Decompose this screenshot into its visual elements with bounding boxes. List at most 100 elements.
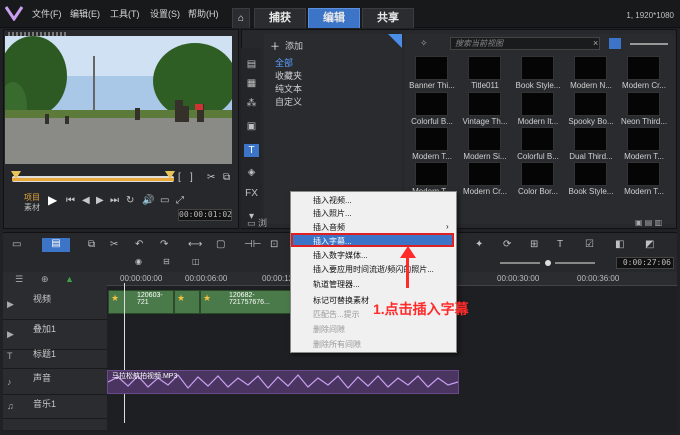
trim-end-handle[interactable] — [165, 171, 175, 179]
menu-tools[interactable]: 工具(T) — [110, 7, 140, 20]
record-icon[interactable]: ▢ — [216, 239, 225, 250]
title-thumbnail[interactable] — [627, 127, 660, 151]
title-thumbnail[interactable] — [468, 92, 501, 116]
title-thumbnail[interactable] — [627, 56, 660, 80]
thumb-size-slider[interactable] — [630, 43, 668, 45]
folder-item-plain-text[interactable]: 纯文本 — [275, 82, 302, 95]
go-end-icon[interactable]: ⏭ — [110, 195, 119, 206]
auto-music-icon[interactable]: ⊡ — [270, 239, 278, 250]
mark-out-icon[interactable]: ] — [190, 172, 193, 183]
motion-tracking-icon[interactable]: ✦ — [475, 239, 483, 250]
menu-settings[interactable]: 设置(S) — [150, 7, 180, 20]
magic-icon[interactable]: ✧ — [420, 38, 428, 49]
split-icon[interactable]: ✂ — [207, 172, 215, 183]
title-thumbnail[interactable] — [627, 92, 660, 116]
context-menu-item[interactable]: 插入音频 — [313, 222, 345, 233]
title-thumbnail[interactable] — [627, 162, 660, 186]
timeline-timecode[interactable]: 0:00:27:06 — [616, 257, 674, 269]
tab-edit[interactable]: 编辑 — [308, 8, 360, 28]
video-clip[interactable]: ★ 120603-721 — [108, 290, 174, 314]
title-thumbnail[interactable] — [415, 162, 448, 186]
menu-help[interactable]: 帮助(H) — [188, 7, 219, 20]
clear-search-icon[interactable]: × — [593, 38, 598, 48]
mosaic-icon[interactable]: ◩ — [645, 239, 654, 250]
title-thumbnail[interactable] — [415, 127, 448, 151]
transition-icon[interactable]: ⁂ — [244, 97, 259, 110]
folder-item-custom[interactable]: 自定义 — [275, 95, 302, 108]
zoom-in-slider[interactable] — [555, 262, 595, 264]
mark-in-icon[interactable]: [ — [178, 172, 181, 183]
track-manager-icon[interactable]: ☰ — [15, 274, 23, 285]
fx-icon[interactable]: FX — [244, 187, 259, 200]
snapshot-bar-icon[interactable]: ◉ — [135, 257, 142, 266]
add-folder-button[interactable]: 添加 — [285, 39, 303, 52]
context-menu-item[interactable]: 轨道管理器... — [313, 279, 360, 290]
folder-item-all[interactable]: 全部 — [275, 56, 293, 69]
title-thumbnail[interactable] — [574, 92, 607, 116]
title-thumbnail[interactable] — [521, 127, 554, 151]
context-menu-item[interactable]: 标记可替换素材 — [313, 295, 369, 306]
title-thumbnail[interactable] — [574, 56, 607, 80]
tab-capture[interactable]: 捕获 — [254, 8, 306, 28]
preview-timecode[interactable]: 00:00:01:02 — [178, 209, 232, 221]
video-clip[interactable]: ★ — [174, 290, 200, 314]
context-menu-item[interactable]: 插入字幕... — [313, 236, 352, 247]
title-thumbnail[interactable] — [574, 162, 607, 186]
title-thumbnail[interactable] — [574, 127, 607, 151]
tab-share[interactable]: 共享 — [362, 8, 414, 28]
title-thumbnail[interactable] — [468, 56, 501, 80]
audio-clip[interactable]: 马拉松航拍视频.MP3 — [107, 370, 459, 394]
filter-icon[interactable]: ◈ — [244, 166, 259, 179]
context-menu-item[interactable]: 插入照片... — [313, 208, 352, 219]
play-icon[interactable]: ▶ — [48, 193, 57, 207]
title-thumbnail[interactable] — [521, 56, 554, 80]
timeline-view-icon[interactable]: ▤ — [42, 238, 70, 252]
go-start-icon[interactable]: ⏮ — [66, 195, 75, 206]
title-category-icon[interactable]: T — [244, 144, 259, 157]
media-category-icon[interactable]: ▤ — [244, 58, 259, 71]
video-clip[interactable]: ★ 120682-721757676... — [200, 290, 296, 314]
text-icon[interactable]: T — [557, 239, 563, 250]
fit-icon[interactable]: ⟷ — [188, 239, 202, 250]
playhead[interactable] — [124, 283, 125, 423]
mixer-icon[interactable]: ⊣⊢ — [244, 239, 261, 250]
chapter-icon[interactable]: ⊟ — [163, 257, 170, 266]
add-track-icon[interactable]: ⊕ — [41, 274, 49, 285]
title-thumbnail[interactable] — [415, 92, 448, 116]
menu-file[interactable]: 文件(F) — [32, 7, 62, 20]
clip-mode-label[interactable]: 素材 — [24, 202, 40, 213]
trim-start-handle[interactable] — [11, 171, 21, 179]
zoom-out-slider[interactable] — [500, 262, 540, 264]
title-thumbnail[interactable] — [468, 162, 501, 186]
snapshot-icon[interactable]: ⧉ — [223, 172, 230, 183]
title-thumbnail[interactable] — [521, 92, 554, 116]
folder-item-favorites[interactable]: 收藏夹 — [275, 69, 302, 82]
library-options-icon[interactable]: ▭ 浏 — [247, 216, 267, 229]
home-tab[interactable]: ⌂ — [232, 8, 250, 28]
repeat-icon[interactable]: ↻ — [126, 195, 134, 206]
graphics-icon[interactable]: ▣ — [244, 120, 259, 133]
subtitle-editor-icon[interactable]: ⟳ — [503, 239, 511, 250]
context-menu-item[interactable]: 插入视频... — [313, 195, 352, 206]
title-thumbnail[interactable] — [521, 162, 554, 186]
hd-icon[interactable]: ▭ — [160, 195, 169, 206]
instant-project-icon[interactable]: ▦ — [244, 77, 259, 90]
context-menu-item[interactable]: 插入要应用时间流逝/频闪的照片... — [313, 264, 434, 275]
add-icon[interactable]: ＋ — [270, 38, 280, 53]
multi-cam-icon[interactable]: ⊞ — [530, 239, 538, 250]
storyboard-view-icon[interactable]: ▭ — [12, 239, 21, 250]
menu-edit[interactable]: 编辑(E) — [70, 7, 100, 20]
search-input[interactable]: 搜索当前视图 — [450, 37, 600, 50]
check-icon[interactable]: ☑ — [585, 239, 594, 250]
mask-icon[interactable]: ◧ — [615, 239, 624, 250]
ripple-icon[interactable]: ◫ — [192, 257, 200, 266]
context-menu-item[interactable]: 插入数字媒体... — [313, 250, 368, 261]
volume-icon[interactable]: 🔊 — [142, 195, 154, 206]
undo-icon[interactable]: ↶ — [135, 239, 143, 250]
view-mode-icon[interactable] — [609, 38, 621, 49]
enable-tracks-icon[interactable]: ▲ — [65, 274, 74, 284]
redo-icon[interactable]: ↷ — [160, 239, 168, 250]
title-thumbnail[interactable] — [468, 127, 501, 151]
copy-icon[interactable]: ⧉ — [88, 239, 95, 250]
prev-frame-icon[interactable]: ◀ — [82, 195, 90, 206]
